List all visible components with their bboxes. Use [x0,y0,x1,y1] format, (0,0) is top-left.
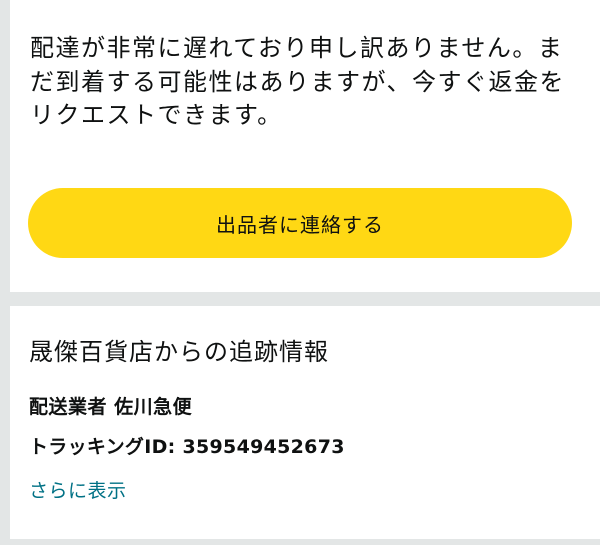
tracking-info-card: 晟傑百貨店からの追跡情報 配送業者 佐川急便 トラッキングID: 3595494… [10,306,600,539]
carrier-label: 配送業者 [29,396,108,418]
contact-seller-button[interactable]: 出品者に連絡する [28,188,572,258]
tracking-title: 晟傑百貨店からの追跡情報 [29,338,329,366]
delay-notice-card: 配達が非常に遅れており申し訳ありません。まだ到着する可能性はありますが、今すぐ返… [10,0,600,292]
show-more-link[interactable]: さらに表示 [29,476,127,503]
carrier-info: 配送業者 佐川急便 [29,392,192,419]
carrier-name: 佐川急便 [114,396,193,418]
tracking-id-value: 359549452673 [182,436,345,458]
tracking-id-info: トラッキングID: 359549452673 [29,432,345,459]
tracking-id-label: トラッキングID: [29,436,176,458]
delay-message: 配達が非常に遅れており申し訳ありません。まだ到着する可能性はありますが、今すぐ返… [30,34,566,129]
